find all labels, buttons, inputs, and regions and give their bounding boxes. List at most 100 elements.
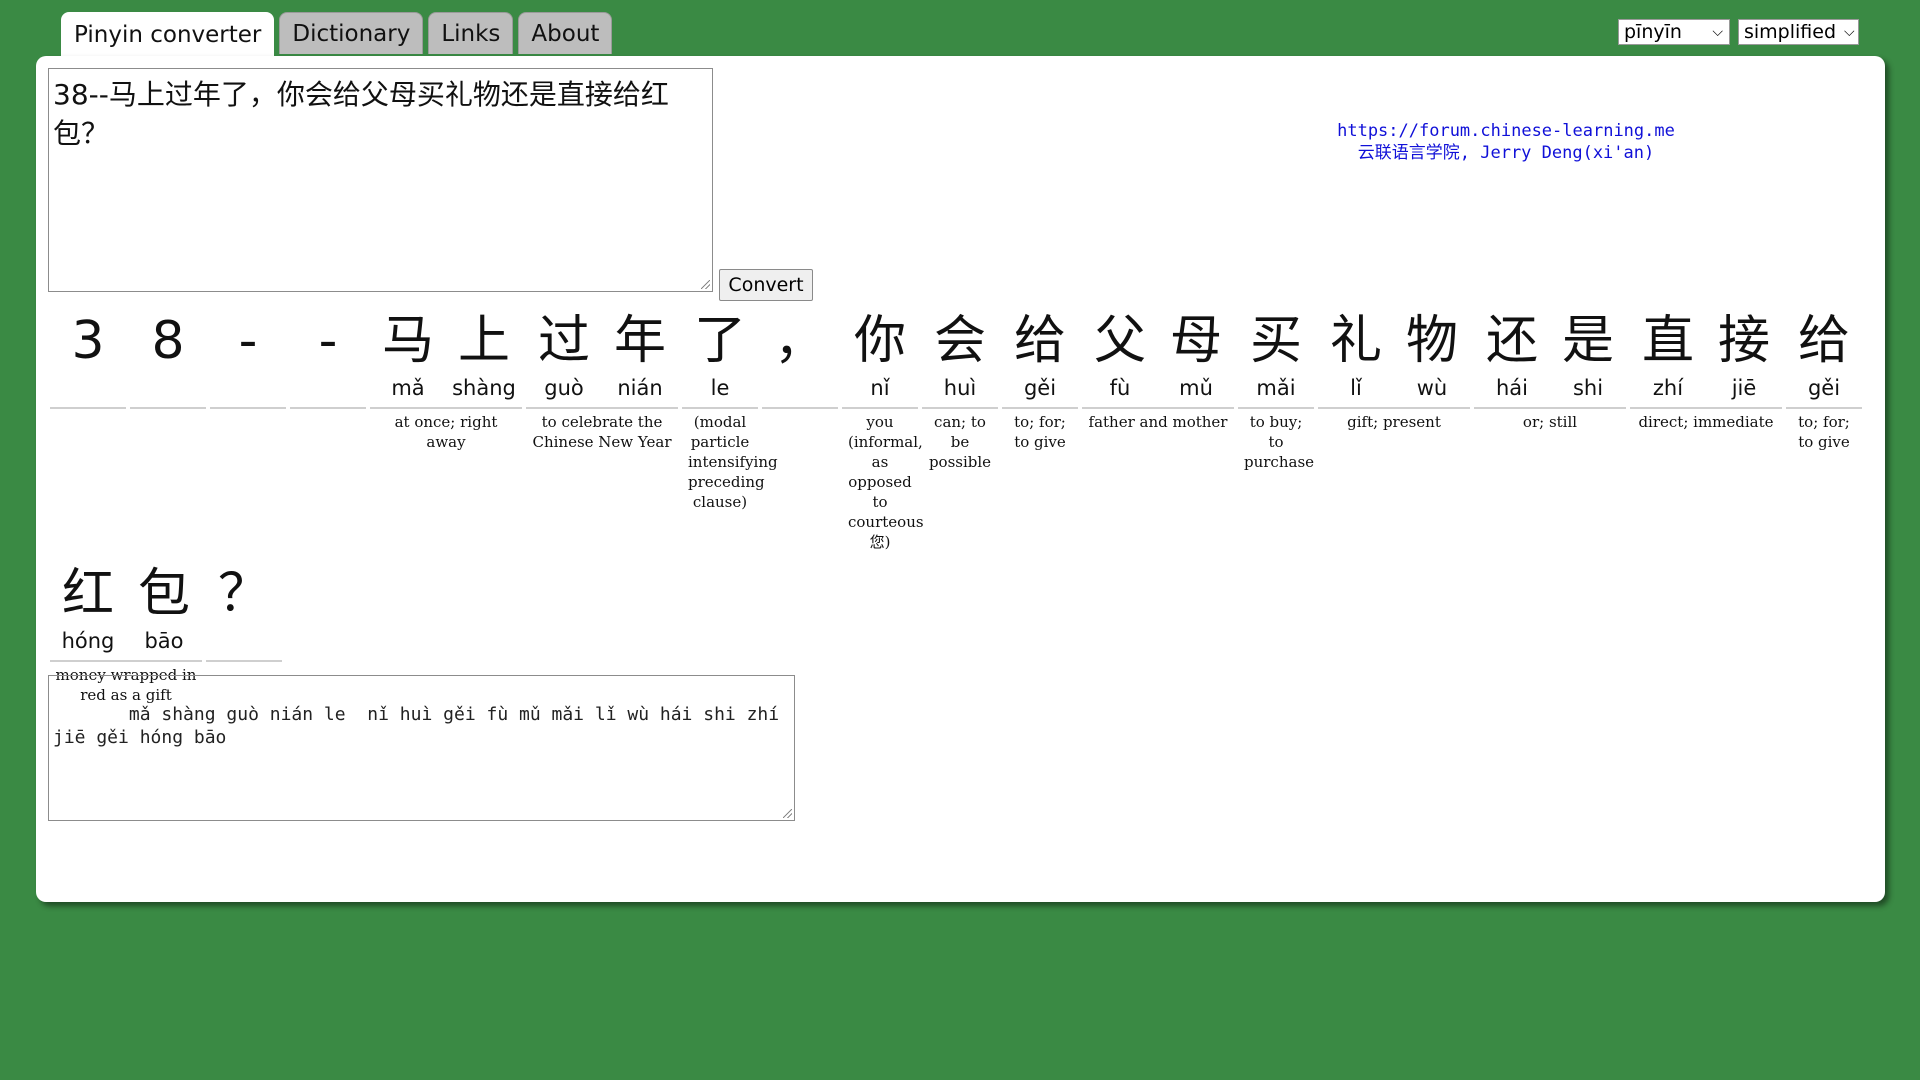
hanzi: 年 xyxy=(613,311,666,371)
character-unit: 包 bāo xyxy=(126,562,202,656)
word-cell: 马 mǎ 上 shàng at once; right away xyxy=(370,309,522,452)
word-cell: 给 gěi to; for; to give xyxy=(1002,309,1078,452)
word-characters: 给 gěi xyxy=(1786,309,1862,403)
tab-links[interactable]: Links xyxy=(428,12,514,54)
character-unit: 父 fù xyxy=(1082,309,1158,403)
hanzi: 上 xyxy=(457,311,510,371)
word-characters: 红 hóng 包 bāo xyxy=(50,562,202,656)
hanzi: 母 xyxy=(1169,311,1222,371)
word-definition: to celebrate the Chinese New Year xyxy=(532,413,672,451)
converter-panel: 38--马上过年了，你会给父母买礼物还是直接给红包？ Convert https… xyxy=(36,56,1885,902)
chevron-down-icon: ⌵ xyxy=(1844,24,1855,40)
word-cell: 了 le (modal particle intensifying precedin… xyxy=(682,309,778,512)
hanzi: 给 xyxy=(1797,311,1850,371)
word-definition: or; still xyxy=(1522,413,1578,431)
chinese-input-textarea[interactable]: 38--马上过年了，你会给父母买礼物还是直接给红包？ xyxy=(48,68,713,292)
pinyin-output-textarea[interactable]: mǎ shàng guò nián le nǐ huì gěi fù mǔ mǎ… xyxy=(48,675,795,821)
character-unit: 你 nǐ xyxy=(842,309,918,403)
pinyin-syllable: hóng xyxy=(61,629,115,653)
word-characters: 直 zhí 接 jiē xyxy=(1630,309,1782,403)
hanzi: ， xyxy=(773,311,826,371)
word-underline xyxy=(370,407,522,409)
convert-button[interactable]: Convert xyxy=(719,269,813,301)
pinyin-syllable: wù xyxy=(1416,376,1448,400)
character-unit: 礼 lǐ xyxy=(1318,309,1394,403)
character-unit: 买 mǎi xyxy=(1238,309,1314,403)
word-cell: 直 zhí 接 jiē direct; immediate xyxy=(1630,309,1782,432)
character-unit: 会 huì xyxy=(922,309,998,403)
word-cell: 还 hái 是 shi or; still xyxy=(1474,309,1626,432)
character-unit: 物 wù xyxy=(1394,309,1470,403)
character-unit: 年 nián xyxy=(602,309,678,403)
word-characters: 过 guò 年 nián xyxy=(526,309,678,403)
word-characters: 了 le xyxy=(682,309,758,403)
pinyin-syllable: bāo xyxy=(144,629,184,653)
word-cell: 买 mǎi to buy; to purchase xyxy=(1238,309,1314,472)
pinyin-syllable: mǎi xyxy=(1256,376,1296,400)
word-underline xyxy=(842,407,918,409)
word-cell: 你 nǐ you (informal, as opposed to courteou… xyxy=(842,309,924,552)
word-characters: 父 fù 母 mǔ xyxy=(1082,309,1234,403)
pinyin-syllable: shi xyxy=(1572,376,1604,400)
character-unit: 上 shàng xyxy=(446,309,522,403)
tone-style-select[interactable]: pīnyīn ⌵ xyxy=(1618,19,1730,45)
character-unit: 接 jiē xyxy=(1706,309,1782,403)
pinyin-syllable: guò xyxy=(544,376,584,400)
word-cell: - xyxy=(210,309,286,412)
word-definition: to buy; to purchase xyxy=(1244,413,1315,471)
hanzi: 直 xyxy=(1641,311,1694,371)
hanzi: 物 xyxy=(1405,311,1458,371)
tab-dictionary[interactable]: Dictionary xyxy=(279,12,424,54)
word-underline xyxy=(1002,407,1078,409)
word-underline xyxy=(50,660,202,662)
word-characters: ？ xyxy=(206,562,282,656)
script-select[interactable]: simplified ⌵ xyxy=(1738,19,1859,45)
author-link[interactable]: 云联语言学院, Jerry Deng(xi'an) xyxy=(1246,142,1766,164)
character-unit: 红 hóng xyxy=(50,562,126,656)
character-unit: 还 hái xyxy=(1474,309,1550,403)
word-cell: 8 xyxy=(130,309,206,412)
hanzi: 8 xyxy=(151,311,185,371)
tab-pinyin-converter[interactable]: Pinyin converter xyxy=(61,12,275,56)
hanzi: 礼 xyxy=(1329,311,1382,371)
word-characters: 8 xyxy=(130,309,206,403)
word-characters: 会 huì xyxy=(922,309,998,403)
tab-about[interactable]: About xyxy=(518,12,613,54)
hanzi: 红 xyxy=(61,564,114,624)
hanzi: 是 xyxy=(1561,311,1614,371)
word-definition: gift; present xyxy=(1347,413,1441,431)
hanzi: 父 xyxy=(1093,311,1146,371)
word-cell: 给 gěi to; for; to give xyxy=(1786,309,1862,452)
hanzi: 包 xyxy=(137,564,190,624)
word-underline xyxy=(1630,407,1782,409)
word-characters: 买 mǎi xyxy=(1238,309,1314,403)
resize-handle-icon[interactable] xyxy=(783,809,792,818)
hanzi: 买 xyxy=(1249,311,1302,371)
word-characters: - xyxy=(290,309,366,403)
tab-bar: Pinyin converter Dictionary Links About xyxy=(61,12,613,56)
word-underline xyxy=(526,407,678,409)
pinyin-syllable: lǐ xyxy=(1350,376,1362,400)
forum-link[interactable]: https://forum.chinese-learning.me xyxy=(1246,120,1766,142)
word-underline xyxy=(1318,407,1470,409)
word-characters: 马 mǎ 上 shàng xyxy=(370,309,522,403)
word-characters: 给 gěi xyxy=(1002,309,1078,403)
word-underline xyxy=(210,407,286,409)
character-unit: 过 guò xyxy=(526,309,602,403)
pinyin-syllable: zhí xyxy=(1652,376,1684,400)
script-value: simplified xyxy=(1744,21,1837,43)
word-underline xyxy=(1474,407,1626,409)
word-definition: to; for; to give xyxy=(1014,413,1066,451)
word-cell: 3 xyxy=(50,309,126,412)
hanzi: 过 xyxy=(537,311,590,371)
pinyin-syllable: gěi xyxy=(1807,376,1841,400)
character-unit: 8 xyxy=(130,309,206,403)
hanzi: - xyxy=(238,311,258,371)
pinyin-syllable: hái xyxy=(1495,376,1528,400)
pinyin-syllable: nǐ xyxy=(870,376,890,400)
pinyin-syllable: mǎ xyxy=(391,376,425,400)
hanzi: 接 xyxy=(1717,311,1770,371)
credits: https://forum.chinese-learning.me 云联语言学院… xyxy=(1246,120,1766,164)
hanzi: 3 xyxy=(71,311,105,371)
resize-handle-icon[interactable] xyxy=(701,280,710,289)
